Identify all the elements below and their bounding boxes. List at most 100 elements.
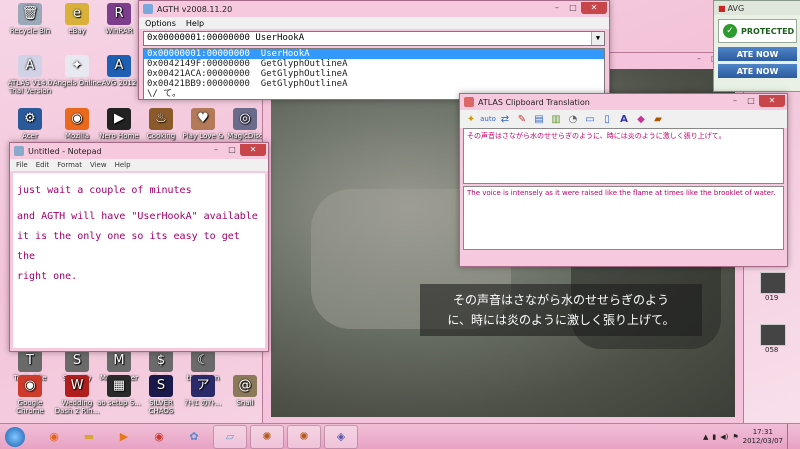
- network-icon[interactable]: ▮: [712, 433, 716, 441]
- taskbar-atlas[interactable]: ◈: [324, 424, 358, 449]
- menu-file[interactable]: File: [16, 161, 28, 169]
- taskbar-game2[interactable]: ✺: [287, 424, 321, 449]
- media-player-icon: ▶: [119, 430, 129, 443]
- clock-date: 2012/03/07: [742, 436, 783, 445]
- desktop-icon[interactable]: R WinRAR: [94, 3, 144, 35]
- list-item[interactable]: 0x00421ACA:00000000 GetGlyphOutlineA: [144, 69, 604, 79]
- app-icon: M: [107, 350, 131, 372]
- app-icon: S: [65, 350, 89, 372]
- book-icon[interactable]: ▰: [651, 112, 665, 126]
- taskbar-game1[interactable]: ✺: [250, 424, 284, 449]
- hook-select[interactable]: 0x00000001:00000000 UserHookA ▼: [143, 31, 605, 46]
- paint-icon: ✿: [189, 430, 199, 443]
- taskbar-media[interactable]: ▶: [108, 426, 140, 448]
- notepad-app-icon: [14, 146, 24, 156]
- text-line: it is the only one so its easy to get th…: [17, 231, 240, 262]
- minimize-button[interactable]: –: [549, 2, 565, 14]
- list-item[interactable]: 0x00421BB9:00000000 GetGlyphOutlineA: [144, 79, 604, 89]
- app-icon: ◎: [233, 108, 257, 130]
- pin-icon[interactable]: ✦: [464, 112, 478, 126]
- text-line: and AGTH will have "UserHookA" available: [17, 211, 258, 222]
- chrome-icon: ◉: [154, 430, 164, 443]
- notepad-window[interactable]: Untitled - Notepad – □ ✕ File Edit Forma…: [9, 142, 269, 352]
- source-text-pane[interactable]: その声音はさながら水のせせらぎのように、時には炎のように激しく張り上げて。: [463, 128, 784, 184]
- taskbar-chrome[interactable]: ◉: [143, 426, 175, 448]
- desktop-icon[interactable]: ⚙ Acer: [5, 108, 55, 140]
- taskbar-explorer[interactable]: ▬: [73, 426, 105, 448]
- clock[interactable]: 17:31 2012/03/07: [743, 428, 783, 446]
- app-icon: 🗑: [18, 3, 42, 25]
- minimize-button[interactable]: –: [208, 144, 224, 156]
- taskbar-firefox[interactable]: ◉: [38, 426, 70, 448]
- avg-status-label: PROTECTED: [741, 26, 795, 36]
- side-icon-2[interactable]: [760, 324, 786, 346]
- agth-window[interactable]: AGTH v2008.11.20 – □ ✕ Options Help 0x00…: [138, 0, 610, 100]
- side-label-2: 058: [765, 346, 779, 354]
- clock-time: 17:31: [752, 427, 773, 436]
- flag-icon[interactable]: ⚑: [732, 433, 738, 441]
- auto-icon[interactable]: auto: [480, 112, 496, 126]
- menu-help[interactable]: Help: [115, 161, 131, 169]
- atlas-toolbar: ✦ auto ⇄ ✎ ▤ ▥ ◔ ▭ ▯ A ◆ ▰: [460, 110, 787, 128]
- dictionary-icon[interactable]: ▤: [532, 112, 546, 126]
- list-item[interactable]: 0x0042149F:00000000 GetGlyphOutlineA: [144, 59, 604, 69]
- taskbar-paint[interactable]: ✿: [178, 426, 210, 448]
- app-icon: S: [149, 375, 173, 397]
- list-item[interactable]: 0x00000001:00000000 UserHookA: [144, 49, 604, 59]
- split-vertical-icon[interactable]: ▯: [600, 112, 614, 126]
- maximize-button[interactable]: □: [743, 95, 759, 107]
- notepad-text-area[interactable]: just wait a couple of minutes and AGTH w…: [13, 173, 265, 348]
- edit-icon[interactable]: ✎: [515, 112, 529, 126]
- tray-chevron-icon[interactable]: ▲: [703, 433, 708, 441]
- eraser-icon[interactable]: ◆: [634, 112, 648, 126]
- app-icon: ♨: [149, 108, 173, 130]
- settings-icon[interactable]: ◔: [566, 112, 580, 126]
- game-subtitle-box: その声音はさながら水のせせらぎのよう に、時には炎のように激しく張り上げて。: [420, 284, 702, 336]
- minimize-button[interactable]: –: [727, 95, 743, 107]
- app-icon: ◉: [18, 375, 42, 397]
- taskbar-notepad[interactable]: ▱: [213, 424, 247, 449]
- desktop-icon[interactable]: ◉ Google Chrome: [5, 375, 55, 415]
- game-icon: ✺: [262, 430, 272, 443]
- font-icon[interactable]: A: [617, 112, 631, 126]
- menu-format[interactable]: Format: [57, 161, 82, 169]
- desktop-icon[interactable]: A ATLAS V14.0 Trial Version: [5, 55, 55, 95]
- desktop-icon-label: AVG 2012: [101, 79, 137, 87]
- show-desktop-button[interactable]: [787, 424, 796, 449]
- atlas-window[interactable]: ATLAS Clipboard Translation – □ ✕ ✦ auto…: [459, 93, 788, 267]
- side-icon-1[interactable]: [760, 272, 786, 294]
- minimize-button[interactable]: –: [697, 54, 711, 63]
- translate-icon[interactable]: ▥: [549, 112, 563, 126]
- avg-update-button-1[interactable]: ATE NOW: [718, 47, 797, 61]
- avg-update-button-2[interactable]: ATE NOW: [718, 64, 797, 78]
- desktop-icon[interactable]: 🗑 Recycle Bin: [5, 3, 55, 35]
- start-button[interactable]: [0, 424, 30, 449]
- firefox-icon: ◉: [49, 430, 59, 443]
- side-label-1: 019: [765, 294, 779, 302]
- windows-logo-icon: [5, 426, 25, 447]
- app-icon: ☾: [191, 350, 215, 372]
- menu-options[interactable]: Options: [145, 19, 176, 28]
- swap-icon[interactable]: ⇄: [498, 112, 512, 126]
- app-icon: ✦: [65, 55, 89, 77]
- desktop-icon-label: Recycle Bin: [9, 27, 51, 35]
- menu-view[interactable]: View: [90, 161, 107, 169]
- app-icon: ⚙: [18, 108, 42, 130]
- split-horizontal-icon[interactable]: ▭: [583, 112, 597, 126]
- close-button[interactable]: ✕: [581, 2, 607, 14]
- menu-edit[interactable]: Edit: [36, 161, 50, 169]
- avg-widget[interactable]: ■ AVG ✓ PROTECTED ATE NOW ATE NOW: [713, 0, 800, 92]
- close-button[interactable]: ✕: [240, 144, 266, 156]
- volume-icon[interactable]: ◀): [720, 433, 728, 441]
- text-line: just wait a couple of minutes: [17, 185, 192, 196]
- desktop-icon[interactable]: A AVG 2012: [94, 55, 144, 87]
- app-icon: ◉: [65, 108, 89, 130]
- maximize-button[interactable]: □: [224, 144, 240, 156]
- hook-select-value: 0x00000001:00000000 UserHookA: [147, 33, 305, 43]
- app-icon: ▦: [107, 375, 131, 397]
- chevron-down-icon[interactable]: ▼: [591, 32, 604, 45]
- maximize-button[interactable]: □: [565, 2, 581, 14]
- menu-help[interactable]: Help: [186, 19, 204, 28]
- translation-pane[interactable]: The voice is intensely as it were raised…: [463, 186, 784, 250]
- close-button[interactable]: ✕: [759, 95, 785, 107]
